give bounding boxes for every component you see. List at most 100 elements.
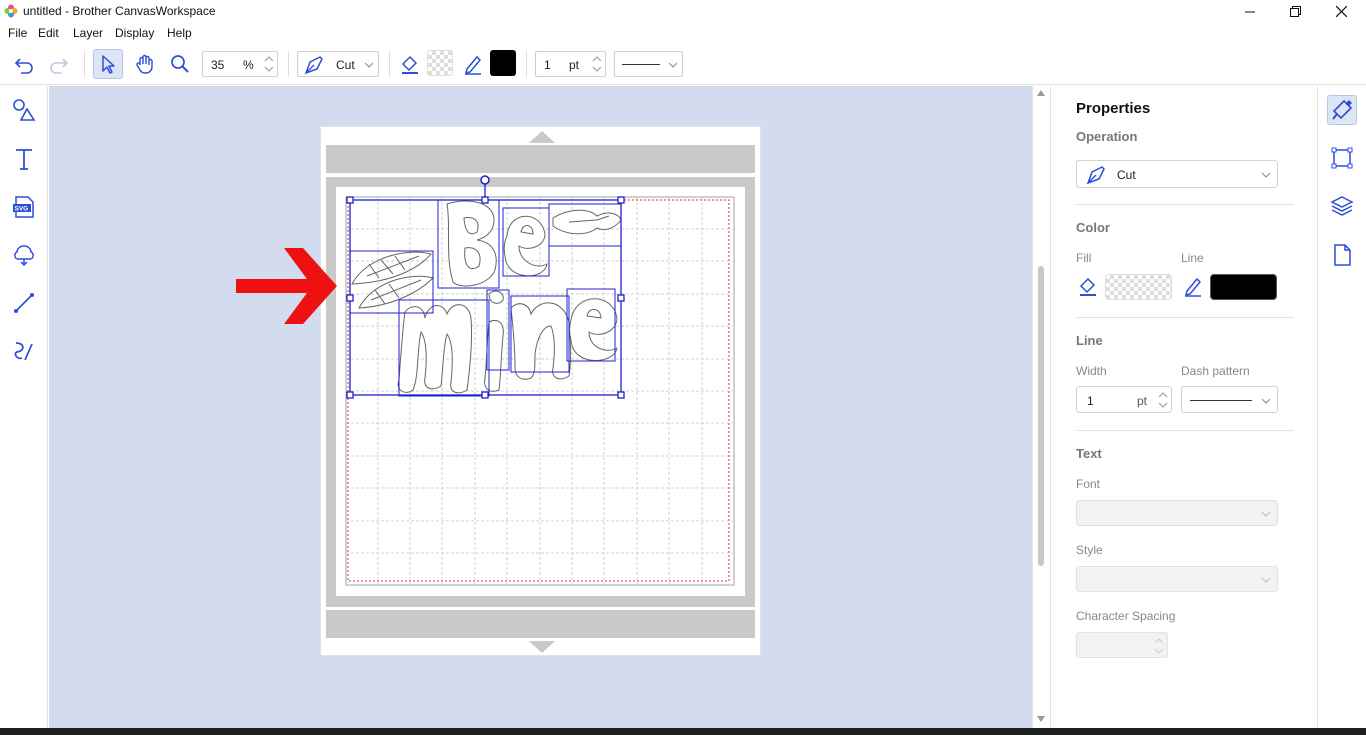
transform-tab-button[interactable] (1327, 143, 1357, 173)
menu-help[interactable]: Help (167, 26, 192, 40)
line-color-swatch[interactable] (490, 50, 516, 76)
zoom-tool-button[interactable] (165, 49, 195, 79)
pen-icon (1182, 275, 1204, 297)
vertical-scrollbar[interactable] (1032, 86, 1049, 728)
chevron-down-icon (668, 60, 678, 70)
pan-tool-button[interactable] (130, 49, 160, 79)
line-width-unit: pt (569, 58, 579, 72)
scrollbar-thumb[interactable] (1038, 266, 1044, 566)
menu-layer[interactable]: Layer (73, 26, 103, 40)
rotate-handle[interactable] (481, 176, 489, 184)
toolbar-separator (84, 51, 85, 77)
fill-color-swatch[interactable] (427, 50, 453, 76)
spinner-arrows-icon[interactable] (1157, 389, 1169, 411)
dash-pattern-label: Dash pattern (1181, 364, 1250, 378)
font-label: Font (1076, 477, 1100, 491)
width-input[interactable]: 1 pt (1076, 386, 1172, 413)
os-taskbar (0, 728, 1366, 735)
menu-edit[interactable]: Edit (38, 26, 59, 40)
svg-text:SVG: SVG (15, 206, 29, 213)
line-width-input[interactable]: 1 pt (535, 51, 606, 77)
properties-title: Properties (1076, 100, 1150, 117)
close-button[interactable] (1318, 0, 1364, 23)
pen-icon (462, 53, 484, 75)
width-unit: pt (1137, 394, 1147, 408)
properties-tab-button[interactable] (1327, 95, 1357, 125)
fill-bucket-icon (399, 53, 421, 75)
divider (1076, 317, 1294, 318)
scroll-down-arrow-icon[interactable] (1037, 716, 1045, 722)
page-tab-button[interactable] (1327, 240, 1357, 270)
properties-brush-icon (1330, 98, 1354, 122)
width-label: Width (1076, 364, 1107, 378)
character-spacing-label: Character Spacing (1076, 609, 1175, 623)
fill-color-picker[interactable] (1105, 274, 1172, 300)
toolbar-separator (288, 51, 289, 77)
select-tool-button[interactable] (93, 49, 123, 79)
properties-panel: Properties Operation Cut Color Fill Line… (1050, 86, 1317, 728)
freehand-tool-button[interactable] (9, 336, 39, 366)
toolbar-separator (389, 51, 390, 77)
page-icon (1330, 243, 1354, 267)
character-spacing-input[interactable] (1076, 632, 1168, 658)
line-draw-tool-button[interactable] (9, 288, 39, 318)
undo-icon (13, 53, 35, 75)
style-label: Style (1076, 543, 1103, 557)
fill-label: Fill (1076, 251, 1091, 265)
cut-blade-icon (1085, 164, 1107, 186)
redo-button[interactable] (44, 49, 74, 79)
restore-icon (1290, 6, 1301, 17)
hand-icon (134, 53, 156, 75)
restore-button[interactable] (1272, 0, 1318, 23)
fill-tool-button[interactable] (395, 49, 425, 79)
pointer-icon (97, 53, 119, 75)
svg-import-button[interactable]: SVG (9, 192, 39, 222)
line-width-value: 1 (544, 58, 551, 72)
chevron-down-icon (1261, 170, 1271, 180)
magnifier-icon (169, 53, 191, 75)
text-tool-button[interactable] (9, 144, 39, 174)
cut-blade-icon (303, 54, 325, 76)
minimize-icon (1245, 7, 1255, 17)
pattern-tool-button[interactable] (9, 240, 39, 270)
color-label: Color (1076, 220, 1110, 235)
menu-display[interactable]: Display (115, 26, 154, 40)
width-value: 1 (1087, 394, 1094, 408)
undo-button[interactable] (9, 49, 39, 79)
spinner-arrows-icon[interactable] (591, 53, 603, 75)
line-tool-button[interactable] (458, 49, 488, 79)
zoom-value: 35 (211, 58, 224, 72)
solid-line-preview (622, 64, 660, 65)
menu-bar: File Edit Layer Display Help (0, 23, 1366, 43)
line-color-picker[interactable] (1210, 274, 1277, 300)
text-section-label: Text (1076, 446, 1102, 461)
spinner-arrows-icon[interactable] (1153, 635, 1165, 657)
chevron-down-icon (1261, 575, 1271, 585)
dash-pattern-dropdown[interactable] (614, 51, 683, 77)
app-logo-icon (4, 4, 18, 18)
layers-tab-button[interactable] (1327, 191, 1357, 221)
title-bar: untitled - Brother CanvasWorkspace (0, 0, 1366, 23)
operation-dropdown[interactable]: Cut (297, 51, 379, 77)
line-color-label: Line (1181, 251, 1204, 265)
canvas-area[interactable] (49, 86, 1032, 728)
svg-import-icon: SVG (11, 194, 37, 220)
freehand-icon (11, 338, 37, 364)
line-section-label: Line (1076, 333, 1103, 348)
zoom-input[interactable]: 35 % (202, 51, 278, 77)
divider (1076, 204, 1294, 205)
shapes-tool-button[interactable] (9, 95, 39, 125)
scroll-up-arrow-icon[interactable] (1037, 90, 1045, 96)
style-select[interactable] (1076, 566, 1278, 592)
window-title: untitled - Brother CanvasWorkspace (23, 4, 216, 18)
dash-pattern-select[interactable] (1181, 386, 1278, 413)
font-select[interactable] (1076, 500, 1278, 526)
minimize-button[interactable] (1227, 0, 1273, 23)
operation-select[interactable]: Cut (1076, 160, 1278, 188)
redo-icon (48, 53, 70, 75)
menu-file[interactable]: File (8, 26, 27, 40)
design-layer[interactable] (49, 86, 1032, 728)
toolbar: 35 % Cut 1 pt (0, 43, 1366, 85)
spinner-arrows-icon[interactable] (263, 53, 275, 75)
solid-line-preview (1190, 400, 1252, 401)
